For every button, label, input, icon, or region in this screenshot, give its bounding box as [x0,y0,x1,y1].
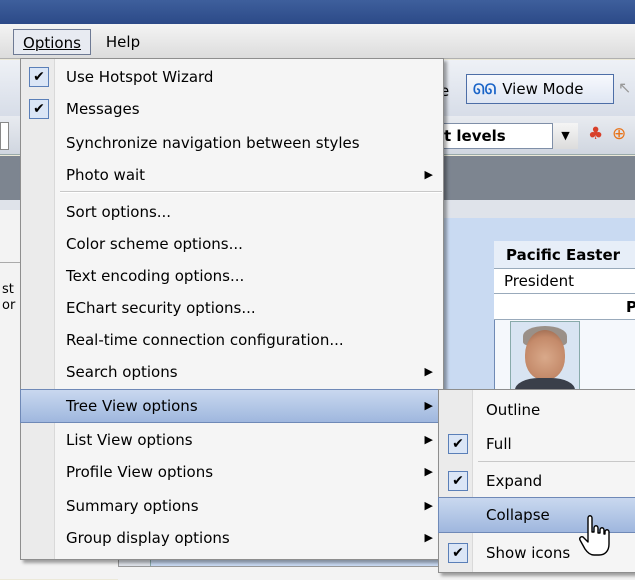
tree-view-submenu-item-label: Collapse [486,506,550,524]
options-menu-item[interactable]: EChart security options... [21,292,443,324]
options-menu-item[interactable]: ✔ Use Hotspot Wizard [21,61,443,93]
hand-cursor-icon [579,515,610,556]
org-box-name: P [626,298,635,316]
options-menu-item[interactable]: Text encoding options... [21,260,443,292]
options-menu-item-label: Search options [66,363,178,381]
menu-options-label: Options [23,34,81,52]
menu-bar [0,24,635,59]
menu-separator [60,191,442,193]
options-menu-item-label: Real-time connection configuration... [66,331,344,349]
checkmark-icon: ✔ [29,67,49,87]
options-menu-item-label: Summary options [66,497,199,515]
view-mode-button[interactable]: ᘏᘏ View Mode [466,74,614,104]
checkmark-icon: ✔ [448,471,468,491]
submenu-arrow-icon: ▶ [424,365,433,378]
options-menu-item-label: Color scheme options... [66,235,243,253]
checkmark-icon: ✔ [448,543,468,563]
options-menu-item[interactable]: List View options ▶ [21,424,443,456]
submenu-arrow-icon: ▶ [424,433,433,446]
options-menu-item[interactable]: Tree View options ▶ [20,389,444,423]
submenu-arrow-icon: ▶ [424,499,433,512]
options-menu-item-label: List View options [66,431,193,449]
options-menu-item-label: Sort options... [66,203,172,221]
options-menu-item-label: Use Hotspot Wizard [66,68,214,86]
left-panel-text: st [2,282,14,297]
options-menu-item-label: Photo wait [66,166,146,184]
title-bar [0,0,635,24]
options-menu-item[interactable]: Profile View options ▶ [21,456,443,488]
org-chart-icon[interactable]: ♣ [588,124,603,144]
options-menu-item[interactable]: Search options ▶ [21,356,443,388]
glasses-icon: ᘏᘏ [473,82,497,98]
menu-separator [478,461,635,462]
tree-view-submenu-item-label: Show icons [486,544,571,562]
menu-help[interactable]: Help [100,29,146,55]
tree-view-submenu-item-label: Outline [486,401,541,419]
submenu-arrow-icon: ▶ [424,168,433,181]
options-menu-item[interactable]: Real-time connection configuration... [21,324,443,356]
options-menu-item[interactable]: Sort options... [21,196,443,228]
options-menu-item[interactable]: Group display options ▶ [21,522,443,554]
options-menu-item[interactable]: Photo wait ▶ [21,159,443,191]
tree-view-submenu-item[interactable]: ✔ Expand [439,464,635,498]
org-box-header: Pacific Easter [494,241,635,269]
options-menu-item-label: Text encoding options... [66,267,245,285]
checkmark-icon: ✔ [448,434,468,454]
left-input-field[interactable] [0,122,9,150]
chevron-down-icon[interactable]: ▼ [552,123,578,149]
submenu-arrow-icon: ▶ [424,465,433,478]
menu-options[interactable]: Options [13,29,91,55]
tree-view-submenu-item-label: Full [486,435,512,453]
options-menu-item-label: Group display options [66,529,230,547]
org-box-title: President [494,269,635,294]
options-menu-item[interactable]: Color scheme options... [21,228,443,260]
checkmark-icon: ✔ [29,99,49,119]
left-panel-text: or [2,298,16,313]
options-menu-item-label: Profile View options [66,463,214,481]
tree-view-submenu-item[interactable]: Outline [439,393,635,427]
add-icon[interactable]: ⊕ [612,124,626,144]
tree-view-submenu-item[interactable]: ✔ Full [439,427,635,461]
options-menu-item-label: EChart security options... [66,299,256,317]
options-menu-item-label: Tree View options [66,397,198,415]
options-menu-item[interactable]: ✔ Messages [21,93,443,125]
levels-select-value: t levels [444,127,506,145]
options-menu-item-label: Messages [66,100,140,118]
options-menu-item-label: Synchronize navigation between styles [66,134,360,152]
view-mode-label: View Mode [502,80,584,98]
options-menu-item[interactable]: Synchronize navigation between styles [21,127,443,159]
pointer-tool-icon[interactable]: ↖ [618,78,632,98]
menu-help-label: Help [105,33,141,51]
submenu-arrow-icon: ▶ [424,531,433,544]
options-menu-item[interactable]: Summary options ▶ [21,490,443,522]
tree-view-submenu-item-label: Expand [486,472,543,490]
submenu-arrow-icon: ▶ [424,399,433,412]
org-box-name-row [494,294,635,320]
